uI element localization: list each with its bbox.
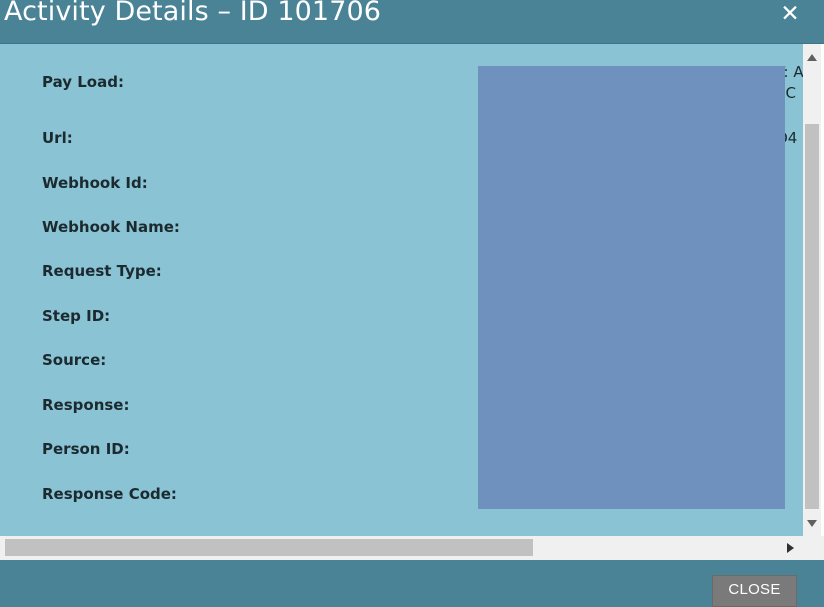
- scroll-up-icon[interactable]: [807, 54, 817, 61]
- scroll-down-icon[interactable]: [807, 520, 817, 527]
- horizontal-scroll-thumb[interactable]: [5, 539, 533, 556]
- response-label: Response:: [42, 396, 130, 414]
- dialog-title-bar: Activity Details – ID 101706 ✕: [0, 0, 824, 44]
- close-icon[interactable]: ✕: [780, 3, 800, 26]
- vertical-scrollbar[interactable]: [803, 44, 821, 536]
- request-type-label: Request Type:: [42, 262, 162, 280]
- webhook-name-label: Webhook Name:: [42, 218, 180, 236]
- webhook-id-label: Webhook Id:: [42, 174, 148, 192]
- scroll-right-icon[interactable]: [787, 543, 794, 553]
- person-id-label: Person ID:: [42, 440, 130, 458]
- details-panel: Pay Load: Url: Webhook Id: Webhook Name:…: [0, 44, 803, 536]
- dialog-footer: CLOSE: [0, 560, 824, 607]
- scrollbar-corner: [803, 536, 824, 560]
- redacted-values-block: [478, 66, 785, 509]
- close-button[interactable]: CLOSE: [712, 575, 797, 607]
- url-label: Url:: [42, 129, 73, 147]
- payload-label: Pay Load:: [42, 73, 124, 91]
- step-id-label: Step ID:: [42, 307, 111, 325]
- horizontal-scrollbar[interactable]: [0, 536, 803, 560]
- source-label: Source:: [42, 351, 107, 369]
- dialog-title: Activity Details – ID 101706: [4, 0, 382, 27]
- response-code-label: Response Code:: [42, 485, 177, 503]
- vertical-scroll-thumb[interactable]: [805, 124, 819, 509]
